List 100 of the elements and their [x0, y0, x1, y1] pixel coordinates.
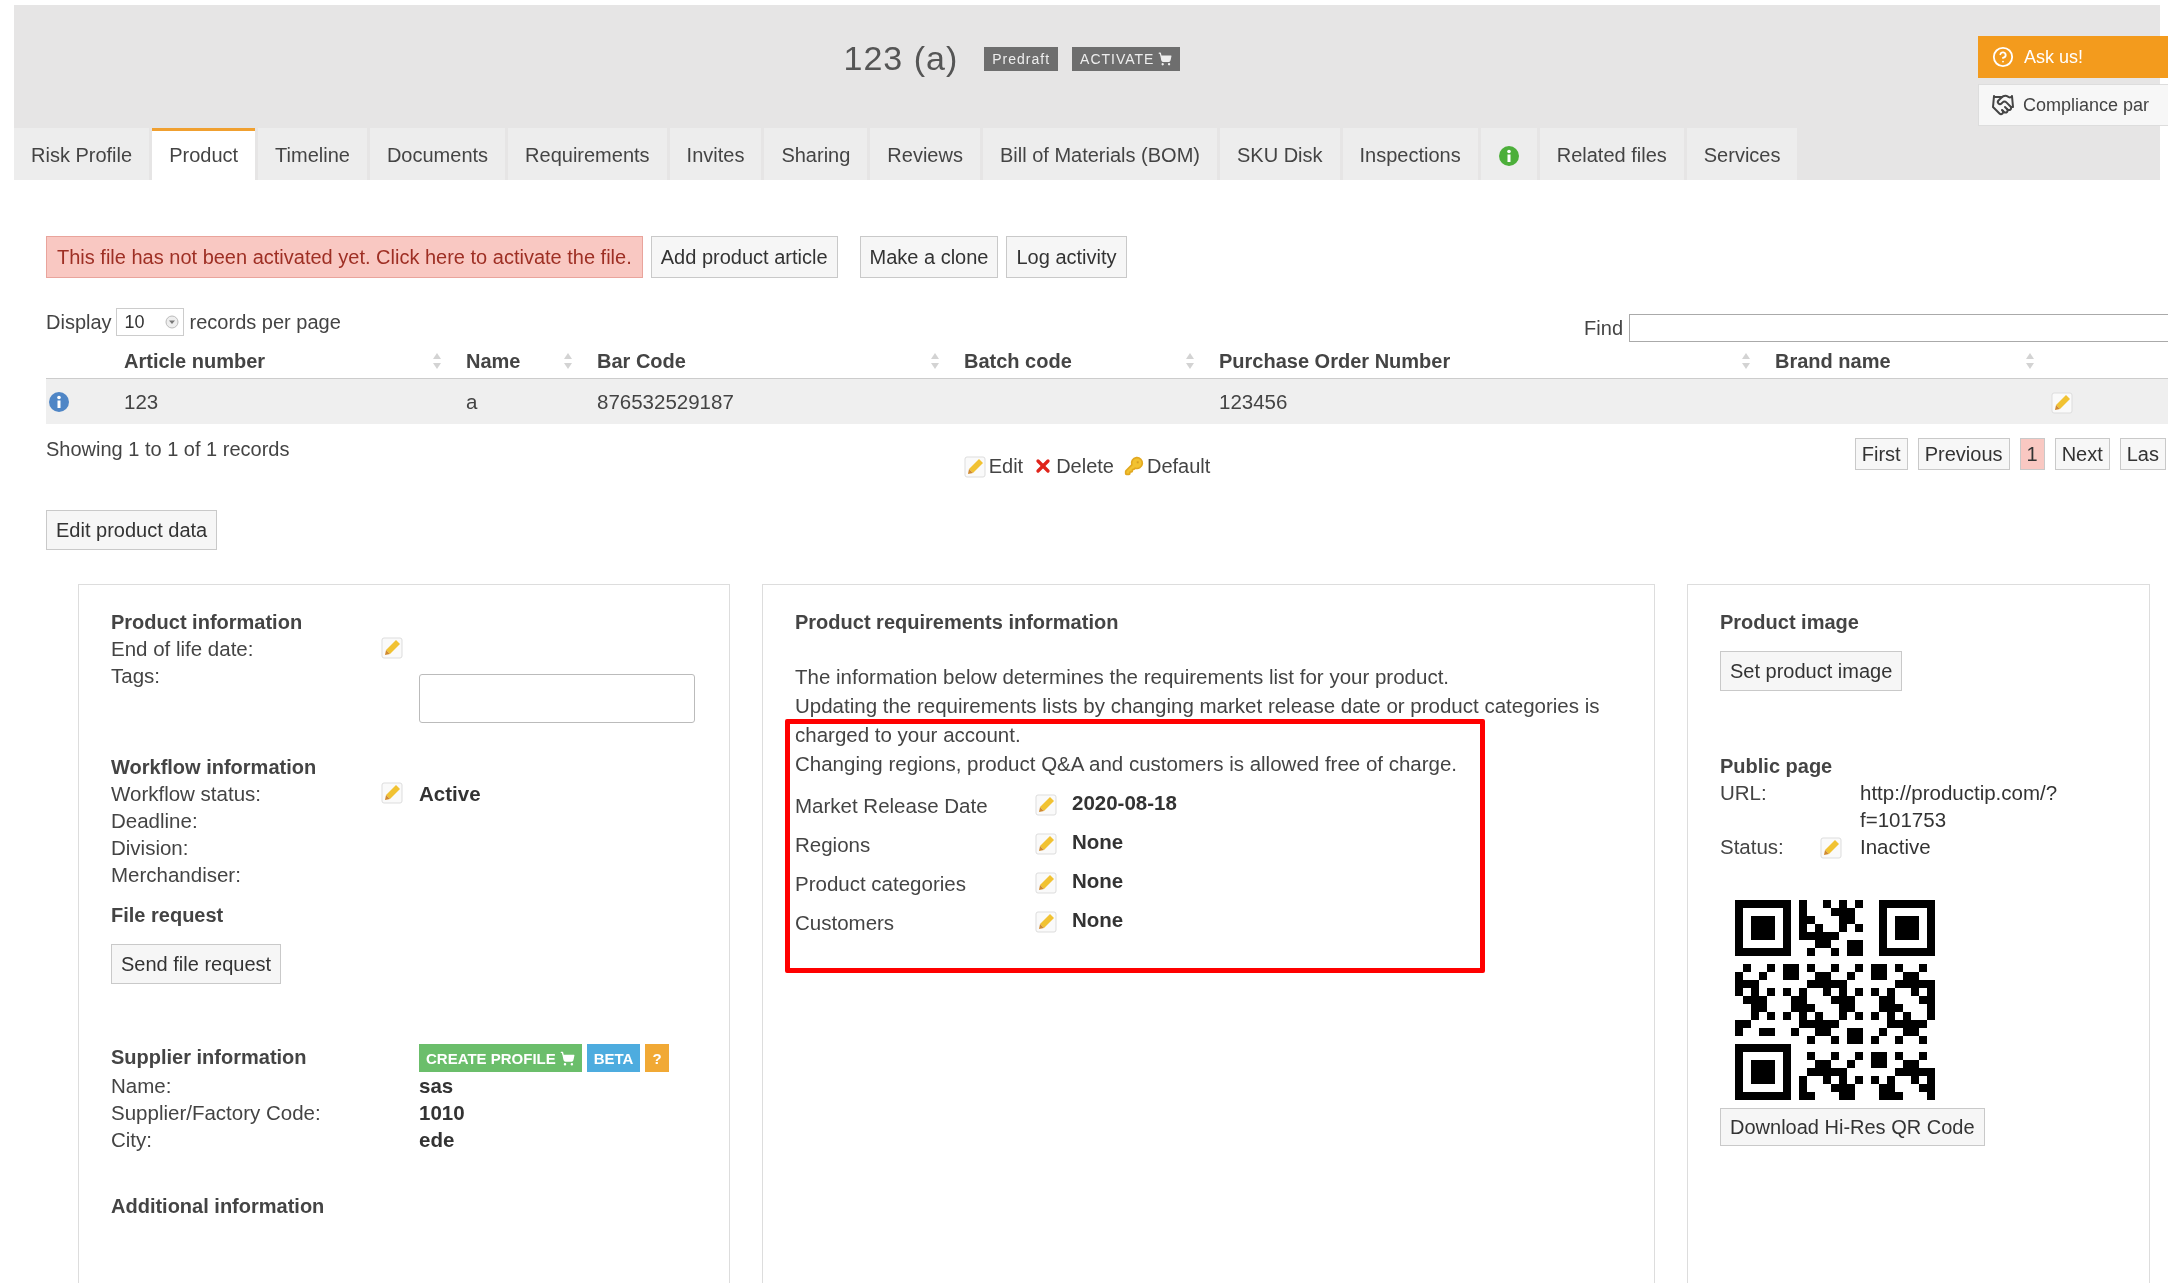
- field-value: None: [1072, 868, 1125, 894]
- field-label: Customers: [795, 910, 896, 936]
- field-value: 1010: [419, 1100, 466, 1126]
- tags-input[interactable]: [419, 674, 695, 723]
- tab[interactable]: Invites: [669, 128, 762, 180]
- public-url: http://productip.com/?f=101753: [1860, 780, 2059, 833]
- description-text: The information below determines the requirements list for your product.: [795, 664, 1451, 690]
- field-value: sas: [419, 1073, 455, 1099]
- set-image-button[interactable]: Set product image: [1720, 651, 1903, 691]
- field-label: Supplier/Factory Code:: [111, 1100, 322, 1126]
- pencil-icon[interactable]: [2051, 391, 2073, 414]
- section-heading: Product information: [111, 610, 304, 635]
- pencil-icon[interactable]: [1035, 794, 1057, 816]
- field-label: Product categories: [795, 871, 967, 897]
- sort-icon[interactable]: [930, 352, 940, 370]
- tab[interactable]: SKU Disk: [1219, 128, 1340, 180]
- info-icon[interactable]: [1497, 144, 1520, 167]
- compliance-button[interactable]: Compliance par: [1978, 84, 2168, 126]
- sort-icon[interactable]: [563, 352, 573, 370]
- info-icon[interactable]: [48, 390, 70, 413]
- pencil-icon[interactable]: [963, 456, 986, 478]
- pencil-icon[interactable]: [381, 782, 403, 804]
- field-label: Merchandiser:: [111, 862, 242, 888]
- pencil-icon[interactable]: [1035, 911, 1057, 933]
- cart-icon: [1158, 52, 1173, 66]
- find-input[interactable]: [1629, 314, 2168, 342]
- tab[interactable]: Related files: [1539, 128, 1684, 180]
- sort-icon[interactable]: [2025, 352, 2035, 370]
- records-info: Showing 1 to 1 of 1 records: [46, 438, 291, 461]
- field-label: URL:: [1720, 780, 1768, 806]
- send-request-button[interactable]: Send file request: [111, 944, 282, 984]
- download-qr-button[interactable]: Download Hi-Res QR Code: [1720, 1108, 1985, 1146]
- row-action-link[interactable]: Edit: [963, 454, 1024, 478]
- table-cell: 876532529187: [583, 379, 950, 424]
- field-label: Market Release Date: [795, 793, 989, 819]
- field-label: City:: [111, 1127, 153, 1153]
- table-cell: a: [452, 379, 583, 424]
- action-button[interactable]: Make a clone: [859, 236, 999, 278]
- field-value: None: [1072, 829, 1125, 855]
- tab[interactable]: Risk Profile: [14, 128, 150, 180]
- tab[interactable]: Bill of Materials (BOM): [982, 128, 1217, 180]
- pagination-button[interactable]: First: [1854, 438, 1908, 470]
- section-heading: Product image: [1720, 610, 1860, 635]
- section-heading: Product requirements information: [795, 610, 1120, 635]
- sort-icon[interactable]: [432, 352, 442, 370]
- help-icon: [1992, 46, 2014, 68]
- field-label: Name:: [111, 1073, 173, 1099]
- pencil-icon[interactable]: [381, 637, 403, 659]
- field-value: Active: [419, 781, 482, 807]
- pagination-button[interactable]: Next: [2054, 438, 2110, 470]
- section-heading: Public page: [1720, 754, 1834, 779]
- edit-product-button[interactable]: Edit product data: [46, 510, 218, 550]
- tab[interactable]: [1480, 128, 1537, 180]
- tab[interactable]: Documents: [369, 128, 506, 180]
- pagination-button[interactable]: Previous: [1917, 438, 2010, 470]
- tab[interactable]: Timeline: [258, 128, 367, 180]
- table-cell: 123: [110, 379, 452, 424]
- field-label: Regions: [795, 832, 872, 858]
- field-value: 2020-08-18: [1072, 790, 1178, 816]
- field-label: Deadline:: [111, 808, 199, 834]
- field-value: ede: [419, 1127, 456, 1153]
- tab[interactable]: Requirements: [508, 128, 667, 180]
- activation-alert[interactable]: This file has not been activated yet. Click here to activate the file.: [46, 236, 643, 278]
- pencil-icon[interactable]: [1035, 833, 1057, 855]
- pencil-icon[interactable]: [1035, 872, 1057, 894]
- action-button[interactable]: Add product article: [650, 236, 838, 278]
- tab[interactable]: Product: [152, 128, 256, 180]
- pagination-button[interactable]: 1: [2019, 438, 2045, 470]
- key-icon[interactable]: [1123, 456, 1144, 476]
- field-label: Division:: [111, 835, 190, 861]
- section-heading: Workflow information: [111, 755, 318, 780]
- table-cell: 123456: [1205, 379, 1761, 424]
- tab[interactable]: Services: [1686, 128, 1798, 180]
- find-label: Find: [1584, 316, 1623, 340]
- status-badge[interactable]: ACTIVATE: [1072, 47, 1181, 71]
- field-label: End of life date:: [111, 636, 255, 662]
- tab[interactable]: Inspections: [1342, 128, 1478, 180]
- pagination-button[interactable]: Las: [2119, 438, 2166, 470]
- page-size-select[interactable]: 10: [115, 308, 184, 336]
- sort-icon[interactable]: [1185, 352, 1195, 370]
- per-page-label: records per page: [189, 310, 341, 334]
- field-label: Tags:: [111, 663, 161, 689]
- display-label: Display: [46, 310, 112, 334]
- field-value: Inactive: [1860, 834, 1932, 860]
- cart-icon: [559, 1050, 575, 1066]
- page-title: 123 (a): [843, 38, 959, 78]
- description-text: Changing regions, product Q&A and customers is allowed free of charge.: [795, 751, 1459, 777]
- pencil-icon[interactable]: [1820, 837, 1842, 859]
- row-action-link[interactable]: Default: [1123, 454, 1211, 478]
- section-heading: Additional information: [111, 1194, 326, 1219]
- field-label: Status:: [1720, 834, 1785, 860]
- action-button[interactable]: Log activity: [1006, 236, 1127, 278]
- handshake-icon: [1991, 93, 2015, 117]
- field-label: Workflow status:: [111, 781, 262, 807]
- sort-icon[interactable]: [1741, 352, 1751, 370]
- tab[interactable]: Reviews: [870, 128, 980, 180]
- tab[interactable]: Sharing: [764, 128, 868, 180]
- row-action-link[interactable]: Delete: [1033, 454, 1114, 478]
- section-heading: File request: [111, 903, 225, 928]
- status-badge: Predraft: [984, 47, 1059, 71]
